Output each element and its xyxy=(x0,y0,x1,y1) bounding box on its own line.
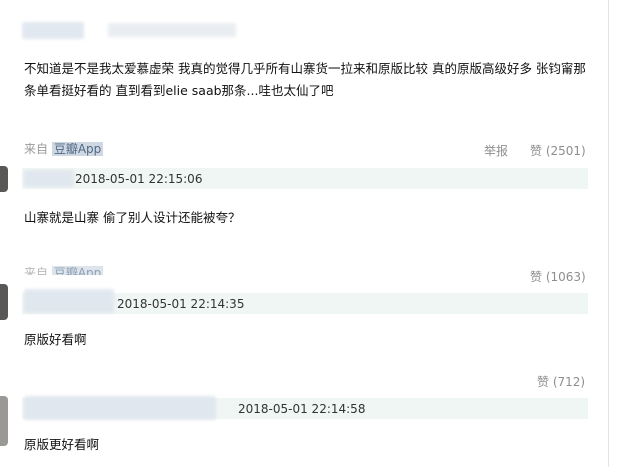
reply-text: 原版好看啊 xyxy=(24,332,87,347)
reply-time: 2018-05-01 22:14:35 xyxy=(117,297,245,311)
like-button[interactable]: 赞 (712) xyxy=(537,373,585,390)
source-link[interactable]: 豆瓣App xyxy=(51,142,104,156)
username-blurred[interactable] xyxy=(24,289,114,313)
from-label: 来自 xyxy=(24,142,49,156)
source-link[interactable]: 豆瓣App xyxy=(51,266,104,276)
reply-text: 原版更好看啊 xyxy=(24,437,100,452)
comment-source: 来自 豆瓣App xyxy=(24,140,104,157)
username-blurred[interactable] xyxy=(24,396,216,420)
like-button[interactable]: 赞 (1063) xyxy=(530,268,586,285)
from-label: 来自 xyxy=(24,266,49,280)
comment-text: 不知道是不是我太爱慕虚荣 我真的觉得几乎所有山寨货一拉来和原版比较 真的原版高级… xyxy=(24,61,586,98)
scrollbar[interactable] xyxy=(608,0,609,467)
report-button[interactable]: 举报 xyxy=(484,142,508,159)
avatar[interactable] xyxy=(0,166,8,192)
avatar[interactable] xyxy=(0,284,8,320)
username-blurred[interactable] xyxy=(24,170,74,187)
comment-source: 来自 豆瓣App xyxy=(24,264,104,280)
reply-text: 山寨就是山寨 偷了别人设计还能被夸？ xyxy=(24,210,241,225)
timestamp-blurred xyxy=(108,23,236,37)
reply-time: 2018-05-01 22:14:58 xyxy=(238,402,366,416)
like-button[interactable]: 赞 (2501) xyxy=(530,142,586,159)
username-blurred xyxy=(22,22,84,39)
reply-time: 2018-05-01 22:15:06 xyxy=(75,172,203,186)
avatar[interactable] xyxy=(0,396,8,446)
